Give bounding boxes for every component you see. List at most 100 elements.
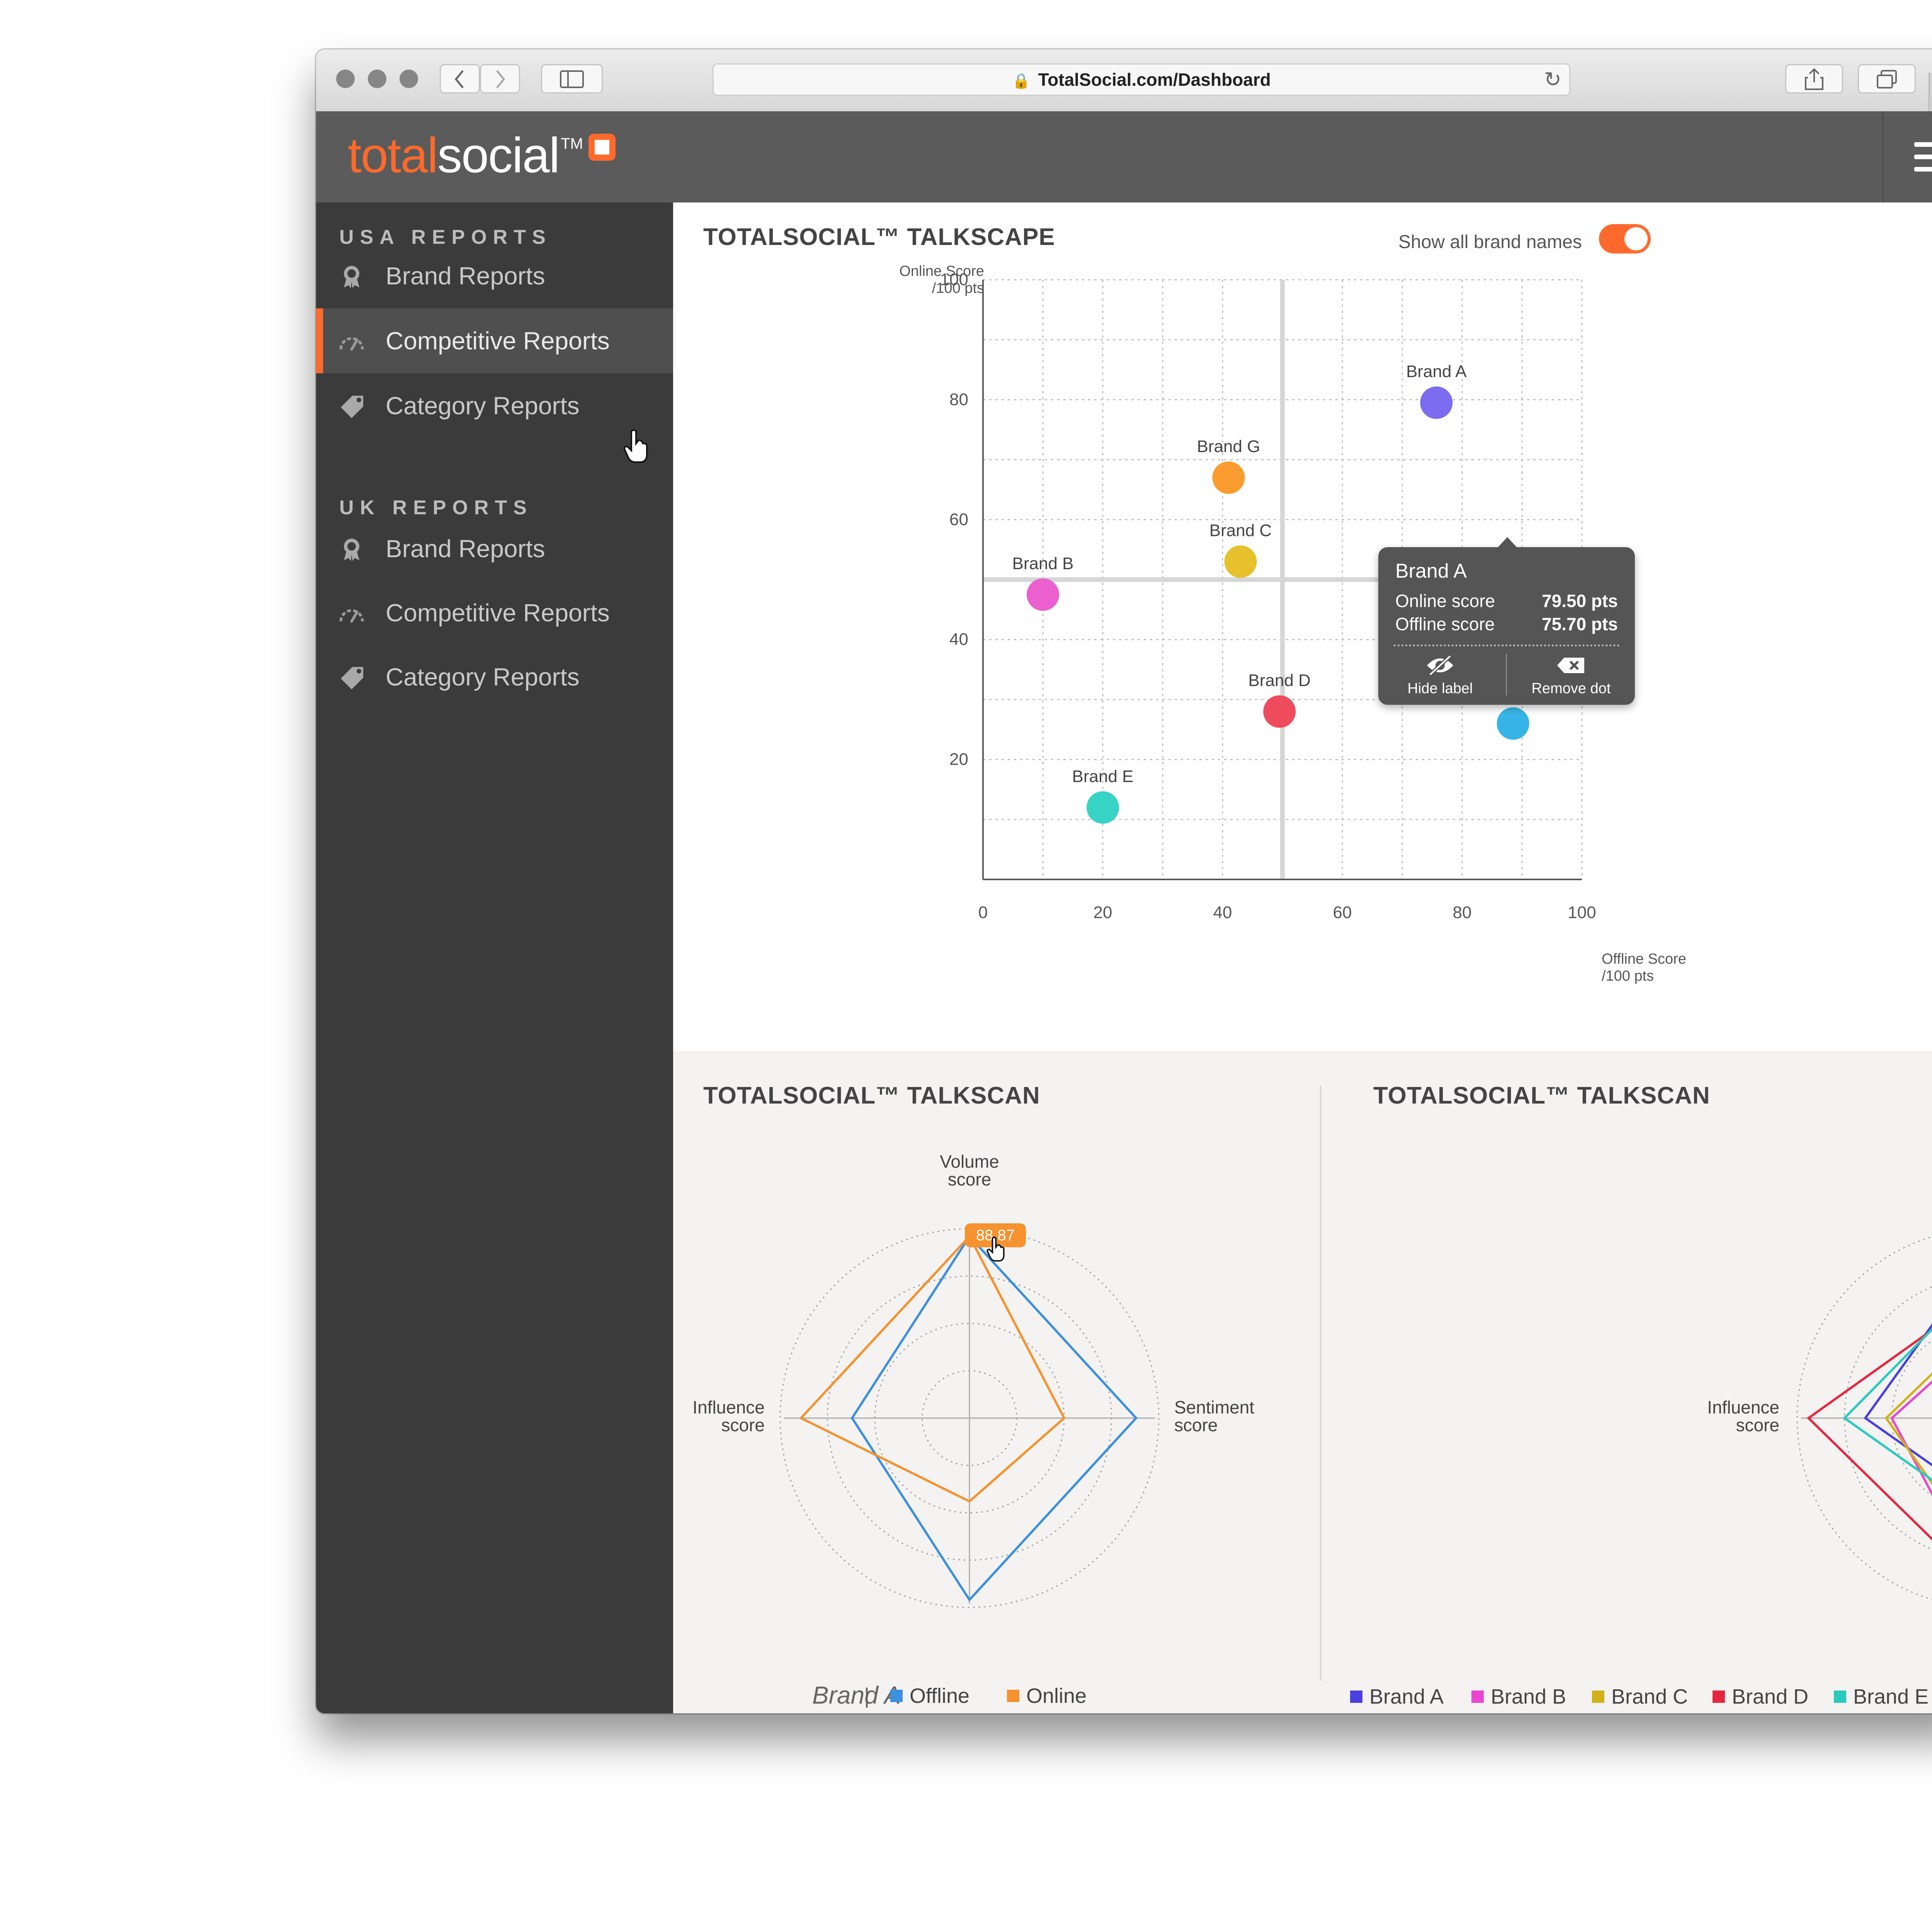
legend-swatch (1834, 1690, 1846, 1703)
talkscan-right-chart: VolumescoreSentimentscoreBrand sharingsc… (1707, 1236, 1932, 1600)
legend-label: Online (1026, 1684, 1087, 1708)
sidebar-item-label: Brand Reports (386, 262, 545, 290)
eye-slash-icon (1427, 655, 1453, 676)
radar-group: VolumescoreSentimentscoreBrand sharingsc… (1707, 1236, 1932, 1600)
legend-swatch (1350, 1690, 1362, 1703)
url-text: TotalSocial.com/Dashboard (1038, 70, 1271, 90)
radar-axis-label: Influence score (692, 1397, 765, 1435)
legend-item-brand-b[interactable]: Brand B (1471, 1685, 1566, 1709)
hide-label-text: Hide label (1407, 680, 1473, 697)
tabs-button[interactable] (1858, 64, 1916, 94)
hide-label-button[interactable]: Hide label (1378, 654, 1502, 700)
talkscape-panel: TOTALSOCIAL™ TALKSCAPE Show all brand na… (673, 202, 1932, 1051)
talkscape-chart: 0 20 40 60 80 100 20 40 60 80 100 Brand A Brand G Bra… (940, 270, 1596, 922)
radar-series (799, 1234, 1066, 1503)
legend-item-brand-a[interactable]: Brand A (1350, 1685, 1444, 1709)
legend-swatch (1007, 1689, 1019, 1702)
x-tick-label: 0 (978, 903, 988, 922)
close-window-button[interactable] (336, 70, 355, 88)
minimize-window-button[interactable] (368, 70, 386, 88)
hand-cursor-icon (986, 1236, 1005, 1262)
tooltip-separator (1506, 654, 1507, 696)
talkscan-left-chart: VolumescoreSentimentscoreBrand sharingsc… (692, 1151, 1254, 1608)
radar-series (1842, 1328, 1932, 1481)
sidebar-item-label: Brand Reports (386, 535, 545, 563)
radar-axis-label: Volume score (940, 1151, 999, 1189)
legend-label: Brand A (1369, 1685, 1444, 1708)
x-tick-label: 80 (1453, 903, 1472, 922)
gauge-icon (339, 337, 364, 351)
sidebar-item-label: Competitive Reports (386, 599, 610, 627)
tooltip-offline-value: 75.70 pts (1542, 614, 1618, 634)
data-point (1212, 461, 1245, 494)
radar-axis-label: Influence score (1707, 1397, 1779, 1435)
sidebar-toggle-button[interactable] (541, 64, 603, 94)
remove-dot-button[interactable]: Remove dot (1507, 654, 1635, 700)
brand-tooltip: Brand A Online score 79.50 pts Offline s… (1378, 537, 1635, 705)
point-label: Brand A (1406, 362, 1467, 381)
data-point (1224, 545, 1257, 578)
hand-cursor-icon (623, 429, 648, 463)
tooltip-brand: Brand A (1395, 560, 1467, 582)
radar-series (1864, 1323, 1932, 1467)
sidebar-item-label: Category Reports (386, 663, 580, 691)
y-tick-label: 60 (949, 510, 968, 529)
delete-icon (1557, 658, 1584, 673)
data-point (1497, 707, 1529, 740)
legend-item-offline[interactable]: Offline (890, 1684, 969, 1708)
sidebar-item-usa-brand-reports[interactable]: Brand Reports (316, 243, 673, 308)
tag-icon (341, 667, 363, 689)
x-tick-label: 60 (1333, 903, 1352, 922)
sidebar-item-uk-competitive-reports[interactable]: Competitive Reports (316, 580, 673, 645)
y-tick-label: 20 (949, 750, 968, 769)
legend-item-brand-c[interactable]: Brand C (1592, 1685, 1688, 1709)
legend-item-online[interactable]: Online (1007, 1684, 1087, 1708)
logo-text-total: total (348, 128, 438, 183)
point-label: Brand C (1209, 521, 1272, 540)
logo-speech-icon (588, 134, 616, 161)
sidebar-item-uk-brand-reports[interactable]: Brand Reports (316, 516, 673, 581)
legend-label: Offline (910, 1684, 970, 1708)
legend-label: Brand C (1611, 1685, 1688, 1708)
sidebar-item-usa-competitive-reports[interactable]: Competitive Reports (316, 308, 673, 373)
app-header: totalsocial TM (316, 111, 1932, 202)
tooltip-divider (1394, 645, 1619, 646)
share-icon (1805, 68, 1823, 90)
browser-toolbar: 🔒 TotalSocial.com/Dashboard ↻ + (316, 49, 1932, 112)
data-point (1420, 386, 1453, 419)
share-button[interactable] (1785, 64, 1843, 94)
point-label: Brand B (1012, 554, 1074, 573)
back-button[interactable] (440, 64, 480, 94)
new-tab-button[interactable]: + (1929, 73, 1932, 111)
legend-label: Brand B (1491, 1685, 1566, 1708)
legend-swatch (1713, 1690, 1725, 1703)
sidebar-item-usa-category-reports[interactable]: Category Reports (316, 373, 673, 438)
x-tick-label: 100 (1568, 903, 1596, 922)
y-tick-label: 40 (949, 630, 968, 649)
address-bar[interactable]: 🔒 TotalSocial.com/Dashboard ↻ (713, 63, 1570, 96)
point-label: Brand E (1072, 767, 1134, 786)
talkscan-panel: TOTALSOCIAL™ TALKSCAN TOTALSOCIAL™ TALKS… (673, 1051, 1932, 1713)
legend-swatch (1592, 1690, 1604, 1703)
tooltip-offline-label: Offline score (1395, 614, 1495, 634)
lock-icon: 🔒 (1012, 73, 1031, 89)
sidebar-item-uk-category-reports[interactable]: Category Reports (316, 645, 673, 709)
x-tick-label: 40 (1213, 903, 1232, 922)
gauge-icon (339, 609, 364, 623)
main-menu-button[interactable] (1882, 111, 1932, 202)
reload-icon[interactable]: ↻ (1544, 65, 1561, 95)
legend-label: Brand E (1853, 1685, 1929, 1708)
uk-reports-heading: UK REPORTS (339, 497, 533, 519)
award-icon (344, 266, 359, 288)
data-point (1027, 578, 1059, 611)
totalsocial-logo[interactable]: totalsocial TM (348, 127, 616, 185)
legend-item-brand-d[interactable]: Brand D (1713, 1685, 1808, 1709)
point-label: Brand D (1248, 671, 1311, 690)
legend-separator: | (864, 1684, 870, 1708)
forward-button[interactable] (480, 64, 520, 94)
browser-window: 🔒 TotalSocial.com/Dashboard ↻ + totalsoci… (316, 49, 1932, 1713)
radar-axis-label: Sentiment score (1174, 1397, 1254, 1435)
logo-trademark: TM (561, 135, 583, 152)
zoom-window-button[interactable] (400, 70, 418, 88)
legend-item-brand-e[interactable]: Brand E (1834, 1685, 1929, 1709)
